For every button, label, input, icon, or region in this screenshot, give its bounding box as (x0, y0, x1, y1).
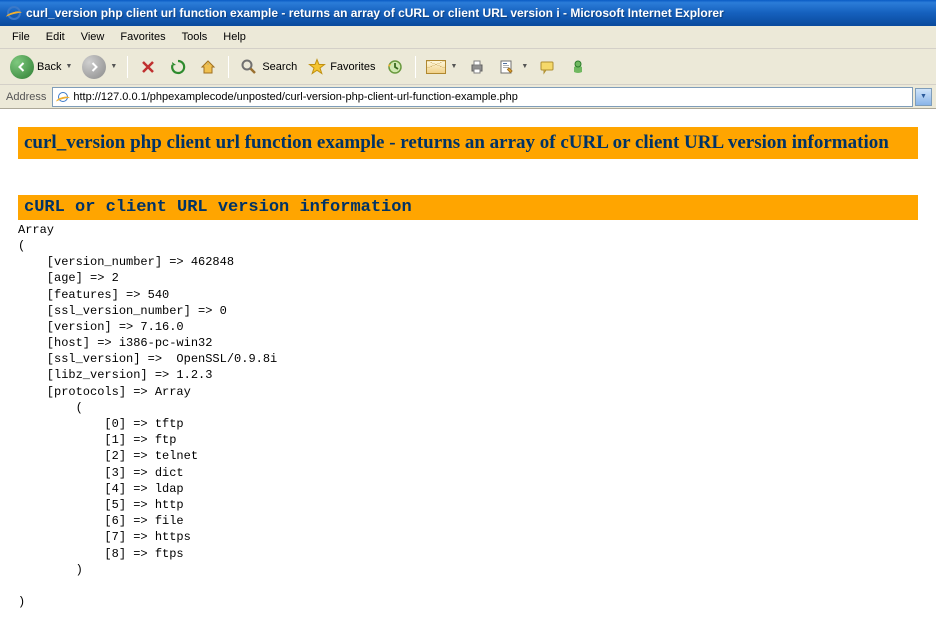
refresh-button[interactable] (164, 55, 192, 79)
history-icon (385, 57, 405, 77)
search-icon (239, 57, 259, 77)
chevron-down-icon: ▼ (920, 93, 927, 100)
address-label: Address (4, 91, 52, 103)
menu-edit[interactable]: Edit (38, 28, 73, 46)
back-icon (10, 55, 34, 79)
menu-view[interactable]: View (73, 28, 113, 46)
search-label: Search (262, 61, 297, 73)
home-icon (198, 57, 218, 77)
page-viewport[interactable]: curl_version php client url function exa… (0, 109, 936, 618)
back-dropdown-icon: ▼ (65, 63, 72, 70)
address-bar: Address http://127.0.0.1/phpexamplecode/… (0, 85, 936, 109)
menu-help[interactable]: Help (215, 28, 254, 46)
window-title: curl_version php client url function exa… (26, 6, 932, 20)
page-icon (56, 90, 70, 104)
menu-tools[interactable]: Tools (174, 28, 216, 46)
forward-icon (82, 55, 106, 79)
refresh-icon (168, 57, 188, 77)
menu-bar: File Edit View Favorites Tools Help (0, 26, 936, 49)
discuss-icon (538, 57, 558, 77)
edit-button[interactable]: ▼ (493, 55, 532, 79)
php-output-pre: Array ( [version_number] => 462848 [age]… (18, 222, 918, 611)
toolbar: Back ▼ ▼ Search Favorites (0, 49, 936, 85)
ie-icon (6, 5, 22, 21)
print-button[interactable] (463, 55, 491, 79)
stop-icon (138, 57, 158, 77)
messenger-icon (568, 57, 588, 77)
toolbar-separator (127, 56, 128, 78)
forward-button[interactable]: ▼ (78, 53, 121, 81)
mail-icon (426, 60, 446, 74)
discuss-button[interactable] (534, 55, 562, 79)
forward-dropdown-icon: ▼ (110, 63, 117, 70)
stop-button[interactable] (134, 55, 162, 79)
print-icon (467, 57, 487, 77)
address-input[interactable]: http://127.0.0.1/phpexamplecode/unposted… (52, 87, 913, 107)
search-button[interactable]: Search (235, 55, 301, 79)
back-button[interactable]: Back ▼ (6, 53, 76, 81)
favorites-label: Favorites (330, 61, 375, 73)
menu-favorites[interactable]: Favorites (112, 28, 173, 46)
menu-file[interactable]: File (4, 28, 38, 46)
page-heading-2: cURL or client URL version information (18, 195, 918, 220)
edit-icon (497, 57, 517, 77)
toolbar-separator (228, 56, 229, 78)
back-label: Back (37, 61, 61, 73)
star-icon (307, 57, 327, 77)
address-dropdown-button[interactable]: ▼ (915, 88, 932, 106)
home-button[interactable] (194, 55, 222, 79)
favorites-button[interactable]: Favorites (303, 55, 379, 79)
mail-dropdown-icon: ▼ (450, 63, 457, 70)
history-button[interactable] (381, 55, 409, 79)
page-heading-1: curl_version php client url function exa… (18, 127, 918, 159)
messenger-button[interactable] (564, 55, 592, 79)
edit-dropdown-icon: ▼ (521, 63, 528, 70)
toolbar-separator (415, 56, 416, 78)
window-titlebar[interactable]: curl_version php client url function exa… (0, 0, 936, 26)
url-text: http://127.0.0.1/phpexamplecode/unposted… (73, 91, 910, 103)
mail-button[interactable]: ▼ (422, 58, 461, 76)
